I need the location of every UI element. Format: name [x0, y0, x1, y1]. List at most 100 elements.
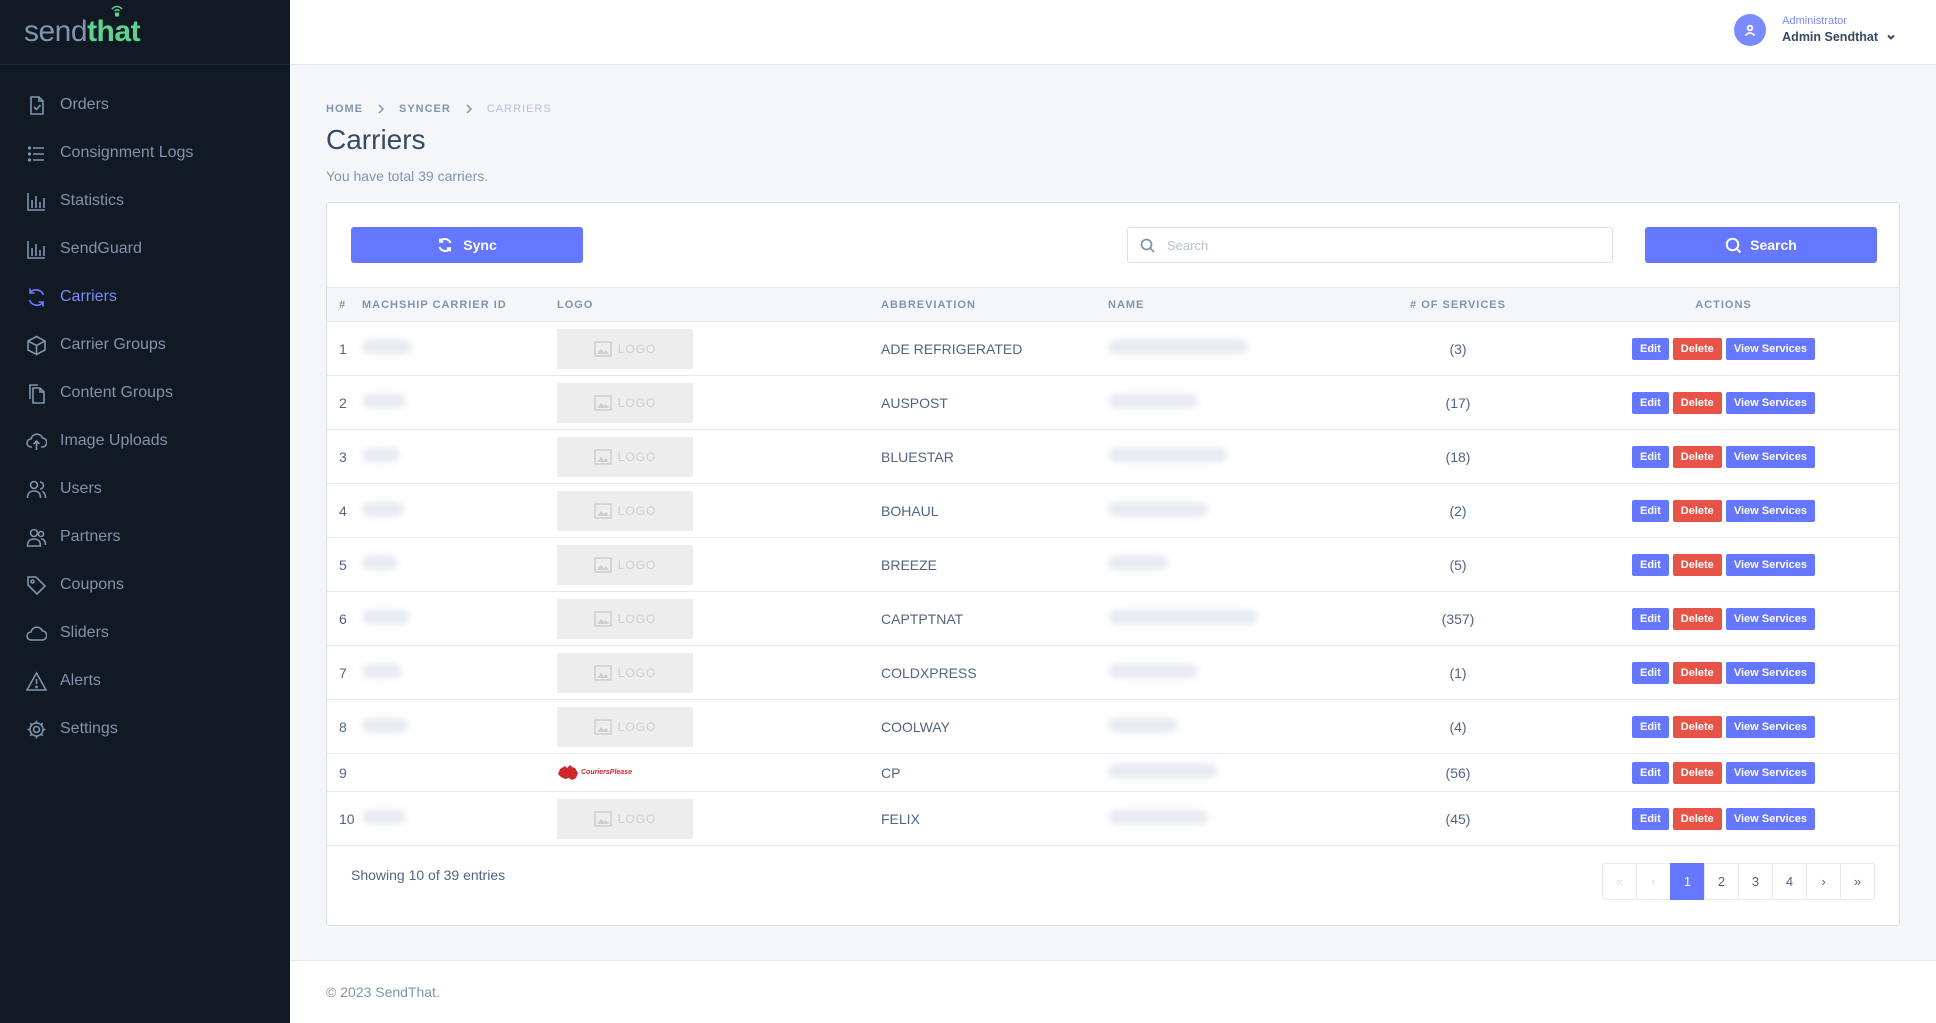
redacted-value — [1108, 609, 1258, 625]
avatar[interactable] — [1734, 14, 1767, 46]
search-input[interactable] — [1167, 237, 1587, 253]
redacted-value — [362, 501, 404, 517]
sidebar-item-orders[interactable]: Orders — [0, 81, 290, 129]
pagination-page-3[interactable]: 3 — [1738, 863, 1773, 900]
col-logo[interactable]: Logo — [557, 288, 881, 322]
col-num[interactable]: # — [327, 288, 362, 322]
cell-actions: Edit Delete View Services — [1548, 537, 1899, 592]
delete-button[interactable]: Delete — [1672, 607, 1722, 630]
cell-carrier-id — [362, 645, 557, 700]
edit-button[interactable]: Edit — [1632, 607, 1669, 630]
alert-icon — [25, 670, 47, 692]
sidebar-item-label: Image Uploads — [60, 432, 168, 449]
sidebar-item-partners[interactable]: Partners — [0, 513, 290, 561]
view-services-button[interactable]: View Services — [1725, 715, 1815, 738]
pagination-prev[interactable]: ‹ — [1636, 863, 1671, 900]
col-services[interactable]: # of Services — [1368, 288, 1548, 322]
pagination-first[interactable]: « — [1602, 863, 1637, 900]
pagination-page-2[interactable]: 2 — [1704, 863, 1739, 900]
delete-button[interactable]: Delete — [1672, 553, 1722, 576]
view-services-button[interactable]: View Services — [1725, 553, 1815, 576]
delete-button[interactable]: Delete — [1672, 445, 1722, 468]
col-carrier-id[interactable]: Machship Carrier ID — [362, 288, 557, 322]
sidebar-item-alerts[interactable]: Alerts — [0, 657, 290, 705]
view-services-button[interactable]: View Services — [1725, 499, 1815, 522]
sidebar-item-label: Sliders — [60, 624, 109, 641]
sidebar-item-carriers[interactable]: Carriers — [0, 273, 290, 321]
brand-logo[interactable]: sendthat — [0, 0, 290, 65]
view-services-button[interactable]: View Services — [1725, 337, 1815, 360]
user-menu[interactable]: Administrator Admin Sendthat — [1734, 14, 1896, 46]
sidebar-item-sendguard[interactable]: SendGuard — [0, 225, 290, 273]
image-icon — [593, 556, 612, 573]
edit-button[interactable]: Edit — [1632, 445, 1669, 468]
view-services-button[interactable]: View Services — [1725, 391, 1815, 414]
cell-num: 10 — [327, 791, 362, 846]
edit-button[interactable]: Edit — [1632, 553, 1669, 576]
table-row[interactable]: 1 LOGO ADE REFRIGERATED (3) Edit Delete View S… — [327, 321, 1899, 376]
search-button[interactable]: Search — [1645, 227, 1877, 263]
col-name[interactable]: Name — [1108, 288, 1368, 322]
delete-button[interactable]: Delete — [1672, 661, 1722, 684]
topbar: Administrator Admin Sendthat — [290, 0, 1936, 65]
table-row[interactable]: 8 LOGO COOLWAY (4) Edit Delete View Services — [327, 699, 1899, 754]
delete-button[interactable]: Delete — [1672, 499, 1722, 522]
pagination-last[interactable]: » — [1840, 863, 1875, 900]
delete-button[interactable]: Delete — [1672, 715, 1722, 738]
sidebar-item-consignment-logs[interactable]: Consignment Logs — [0, 129, 290, 177]
cell-actions: Edit Delete View Services — [1548, 753, 1899, 792]
table-row[interactable]: 3 LOGO BLUESTAR (18) Edit Delete View Services — [327, 429, 1899, 484]
sidebar-item-content-groups[interactable]: Content Groups — [0, 369, 290, 417]
edit-button[interactable]: Edit — [1632, 807, 1669, 830]
table-row[interactable]: 5 LOGO BREEZE (5) Edit Delete View Services — [327, 537, 1899, 592]
col-abbreviation[interactable]: Abbreviation — [881, 288, 1108, 322]
delete-button[interactable]: Delete — [1672, 761, 1722, 784]
delete-button[interactable]: Delete — [1672, 391, 1722, 414]
delete-button[interactable]: Delete — [1672, 337, 1722, 360]
edit-button[interactable]: Edit — [1632, 661, 1669, 684]
sidebar-item-image-uploads[interactable]: Image Uploads — [0, 417, 290, 465]
sidebar-item-users[interactable]: Users — [0, 465, 290, 513]
sidebar-item-coupons[interactable]: Coupons — [0, 561, 290, 609]
image-icon — [593, 394, 612, 411]
table-row[interactable]: 7 LOGO COLDXPRESS (1) Edit Delete View Service… — [327, 645, 1899, 700]
edit-button[interactable]: Edit — [1632, 715, 1669, 738]
sidebar-item-carrier-groups[interactable]: Carrier Groups — [0, 321, 290, 369]
table-row[interactable]: 6 LOGO CAPTPTNAT (357) Edit Delete View Servic… — [327, 591, 1899, 646]
table-row[interactable]: 2 LOGO AUSPOST (17) Edit Delete View Services — [327, 375, 1899, 430]
sidebar-item-label: Carrier Groups — [60, 336, 166, 353]
view-services-button[interactable]: View Services — [1725, 807, 1815, 830]
cell-carrier-id — [362, 753, 557, 792]
table-row[interactable]: 4 LOGO BOHAUL (2) Edit Delete View Services — [327, 483, 1899, 538]
brand-wifi-icon — [111, 5, 123, 17]
cell-actions: Edit Delete View Services — [1548, 591, 1899, 646]
chevron-down-icon — [1887, 34, 1895, 40]
view-services-button[interactable]: View Services — [1725, 445, 1815, 468]
edit-button[interactable]: Edit — [1632, 337, 1669, 360]
search-box[interactable] — [1127, 227, 1613, 263]
view-services-button[interactable]: View Services — [1725, 661, 1815, 684]
sync-button[interactable]: Sync — [351, 227, 583, 263]
view-services-button[interactable]: View Services — [1725, 761, 1815, 784]
pagination-next[interactable]: › — [1806, 863, 1841, 900]
carriers-card: Sync Search # Machship Carrier ID Logo A… — [326, 202, 1900, 926]
breadcrumb-home[interactable]: Home — [326, 103, 363, 115]
pagination-page-1[interactable]: 1 — [1670, 863, 1705, 900]
cell-carrier-id — [362, 483, 557, 538]
sidebar-item-statistics[interactable]: Statistics — [0, 177, 290, 225]
cell-services: (3) — [1368, 321, 1548, 376]
edit-button[interactable]: Edit — [1632, 391, 1669, 414]
view-services-button[interactable]: View Services — [1725, 607, 1815, 630]
breadcrumb-syncer[interactable]: Syncer — [399, 103, 451, 115]
delete-button[interactable]: Delete — [1672, 807, 1722, 830]
pagination-page-4[interactable]: 4 — [1772, 863, 1807, 900]
sidebar-item-settings[interactable]: Settings — [0, 705, 290, 753]
sidebar-item-label: Coupons — [60, 576, 125, 593]
edit-button[interactable]: Edit — [1632, 499, 1669, 522]
edit-button[interactable]: Edit — [1632, 761, 1669, 784]
sidebar-item-sliders[interactable]: Sliders — [0, 609, 290, 657]
table-row[interactable]: 9 CouriersPlease CP (56) Edit Delete View Serv… — [327, 753, 1899, 792]
user-name[interactable]: Admin Sendthat — [1782, 28, 1896, 46]
table-row[interactable]: 10 LOGO FELIX (45) Edit Delete View Services — [327, 791, 1899, 846]
cell-name — [1108, 537, 1368, 592]
